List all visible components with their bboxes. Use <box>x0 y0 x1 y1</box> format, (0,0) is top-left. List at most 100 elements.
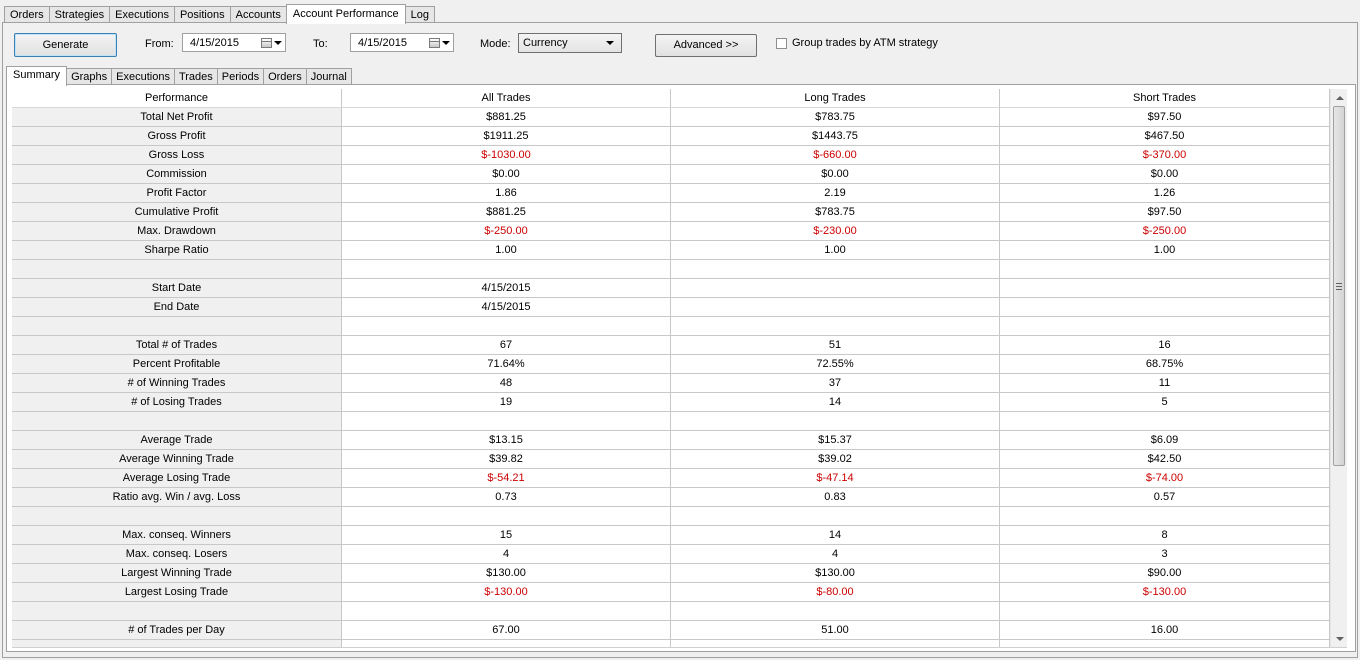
column-header-long-trades[interactable]: Long Trades <box>671 89 1000 108</box>
table-row[interactable] <box>12 602 1330 621</box>
tab-summary[interactable]: Summary <box>6 66 68 86</box>
table-row[interactable]: Ratio avg. Win / avg. Loss 0.73 0.83 0.57 <box>12 488 1330 507</box>
cell-long-trades <box>671 260 1000 279</box>
table-row[interactable]: # of Trades per Day 67.00 51.00 16.00 <box>12 621 1330 640</box>
tab-accounts[interactable]: Accounts <box>229 6 287 23</box>
table-row[interactable]: Average Losing Trade $-54.21 $-47.14 $-74.0… <box>12 469 1330 488</box>
cell-metric: Total # of Trades <box>12 336 342 355</box>
scrollbar-thumb[interactable] <box>1333 106 1345 466</box>
tab-journal[interactable]: Journal <box>305 68 352 85</box>
to-date-picker[interactable]: 4/15/2015 <box>350 33 454 52</box>
cell-all-trades <box>342 507 671 526</box>
table-row[interactable]: Max. conseq. Losers 4 4 3 <box>12 545 1330 564</box>
cell-all-trades: 1.00 <box>342 241 671 260</box>
column-header-short-trades[interactable]: Short Trades <box>1000 89 1330 108</box>
tab-orders[interactable]: Orders <box>4 6 50 23</box>
cell-short-trades: $42.50 <box>1000 450 1330 469</box>
grid-header-row: Performance All Trades Long Trades Short… <box>12 89 1330 108</box>
cell-short-trades: 0.57 <box>1000 488 1330 507</box>
cell-all-trades: $-1030.00 <box>342 146 671 165</box>
grid-bottom-edge <box>12 647 1347 648</box>
table-row[interactable]: Gross Profit $1911.25 $1443.75 $467.50 <box>12 127 1330 146</box>
table-row[interactable]: Max. Drawdown $-250.00 $-230.00 $-250.00 <box>12 222 1330 241</box>
table-row[interactable] <box>12 317 1330 336</box>
mode-select[interactable]: Currency <box>518 33 622 53</box>
group-by-atm-label[interactable]: Group trades by ATM strategy <box>792 37 938 49</box>
cell-short-trades: $-250.00 <box>1000 222 1330 241</box>
cell-all-trades: 0.73 <box>342 488 671 507</box>
cell-long-trades <box>671 317 1000 336</box>
group-by-atm-checkbox[interactable] <box>776 38 787 49</box>
table-row[interactable]: Sharpe Ratio 1.00 1.00 1.00 <box>12 241 1330 260</box>
cell-long-trades: 37 <box>671 374 1000 393</box>
tab-trades[interactable]: Trades <box>173 68 218 85</box>
table-row[interactable]: Max. conseq. Winners 15 14 8 <box>12 526 1330 545</box>
vertical-scrollbar[interactable] <box>1330 89 1347 647</box>
advanced-button[interactable]: Advanced >> <box>655 34 757 57</box>
cell-long-trades: $1443.75 <box>671 127 1000 146</box>
table-row[interactable] <box>12 412 1330 431</box>
column-header-all-trades[interactable]: All Trades <box>342 89 671 108</box>
cell-long-trades: $783.75 <box>671 203 1000 222</box>
calendar-icon[interactable] <box>261 37 272 48</box>
calendar-icon[interactable] <box>429 37 440 48</box>
cell-all-trades: $881.25 <box>342 203 671 222</box>
table-row[interactable]: Profit Factor 1.86 2.19 1.26 <box>12 184 1330 203</box>
tab-strategies[interactable]: Strategies <box>48 6 111 23</box>
table-row[interactable]: Total Net Profit $881.25 $783.75 $97.50 <box>12 108 1330 127</box>
cell-all-trades: 19 <box>342 393 671 412</box>
table-row[interactable]: Cumulative Profit $881.25 $783.75 $97.50 <box>12 203 1330 222</box>
chevron-down-icon[interactable] <box>442 40 450 45</box>
cell-metric: Average Winning Trade <box>12 450 342 469</box>
column-header-performance[interactable]: Performance <box>12 89 342 108</box>
scroll-up-button[interactable] <box>1331 89 1348 106</box>
table-row[interactable]: Largest Losing Trade $-130.00 $-80.00 $-130… <box>12 583 1330 602</box>
cell-short-trades <box>1000 507 1330 526</box>
table-row[interactable]: # of Losing Trades 19 14 5 <box>12 393 1330 412</box>
table-row[interactable] <box>12 260 1330 279</box>
table-row[interactable] <box>12 507 1330 526</box>
tab-executions-sub[interactable]: Executions <box>111 68 175 85</box>
tab-periods[interactable]: Periods <box>216 68 265 85</box>
table-row[interactable]: Largest Winning Trade $130.00 $130.00 $90.0… <box>12 564 1330 583</box>
table-row[interactable]: Start Date 4/15/2015 <box>12 279 1330 298</box>
cell-long-trades: 4 <box>671 545 1000 564</box>
cell-metric <box>12 260 342 279</box>
cell-metric <box>12 507 342 526</box>
cell-metric: Total Net Profit <box>12 108 342 127</box>
cell-long-trades: $-47.14 <box>671 469 1000 488</box>
table-row[interactable]: Total # of Trades 67 51 16 <box>12 336 1330 355</box>
table-row[interactable]: Average Trade $13.15 $15.37 $6.09 <box>12 431 1330 450</box>
tab-graphs[interactable]: Graphs <box>66 68 113 85</box>
cell-all-trades: $-54.21 <box>342 469 671 488</box>
cell-all-trades: $881.25 <box>342 108 671 127</box>
table-row[interactable]: Commission $0.00 $0.00 $0.00 <box>12 165 1330 184</box>
cell-all-trades <box>342 640 671 647</box>
tab-account-performance[interactable]: Account Performance <box>285 4 406 24</box>
table-row[interactable]: # of Winning Trades 48 37 11 <box>12 374 1330 393</box>
table-row[interactable]: Percent Profitable 71.64% 72.55% 68.75% <box>12 355 1330 374</box>
cell-short-trades: 16 <box>1000 336 1330 355</box>
cell-short-trades <box>1000 602 1330 621</box>
cell-long-trades: 2.19 <box>671 184 1000 203</box>
cell-metric: Cumulative Profit <box>12 203 342 222</box>
cell-long-trades <box>671 507 1000 526</box>
cell-metric: # of Winning Trades <box>12 374 342 393</box>
table-row[interactable] <box>12 640 1330 647</box>
tab-log[interactable]: Log <box>404 6 435 23</box>
tab-positions[interactable]: Positions <box>173 6 231 23</box>
table-row[interactable]: Average Winning Trade $39.82 $39.02 $42.50 <box>12 450 1330 469</box>
cell-metric: Sharpe Ratio <box>12 241 342 260</box>
tab-executions[interactable]: Executions <box>109 6 175 23</box>
table-row[interactable]: End Date 4/15/2015 <box>12 298 1330 317</box>
table-row[interactable]: Gross Loss $-1030.00 $-660.00 $-370.00 <box>12 146 1330 165</box>
cell-long-trades: $783.75 <box>671 108 1000 127</box>
from-label: From: <box>145 38 174 50</box>
grid-body: Total Net Profit $881.25 $783.75 $97.50 Gros… <box>12 108 1330 647</box>
scroll-down-button[interactable] <box>1331 630 1348 647</box>
generate-button[interactable]: Generate <box>14 33 117 57</box>
tab-orders-sub[interactable]: Orders <box>263 68 307 85</box>
cell-long-trades: 51.00 <box>671 621 1000 640</box>
from-date-picker[interactable]: 4/15/2015 <box>182 33 286 52</box>
chevron-down-icon[interactable] <box>274 40 282 45</box>
